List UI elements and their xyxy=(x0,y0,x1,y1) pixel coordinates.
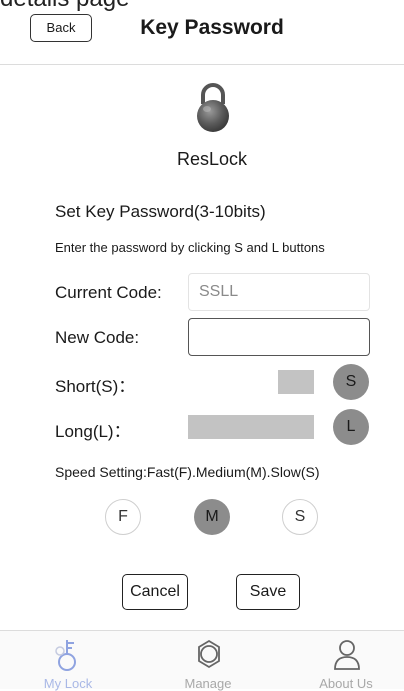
speed-slow-button[interactable]: S xyxy=(282,499,318,535)
speed-setting-label: Speed Setting:Fast(F).Medium(M).Slow(S) xyxy=(55,464,320,480)
new-code-input[interactable] xyxy=(188,318,370,356)
tab-my-lock[interactable]: My Lock xyxy=(18,631,118,691)
lock-name: ResLock xyxy=(176,149,248,169)
tab-label: My Lock xyxy=(43,676,93,691)
padlock-icon xyxy=(197,83,229,132)
short-signal-bar xyxy=(278,370,314,394)
long-label: Long(L)： xyxy=(55,422,131,441)
tab-manage[interactable]: Manage xyxy=(158,631,258,691)
tab-label: About Us xyxy=(319,676,373,691)
page-title: Key Password xyxy=(140,16,284,39)
tab-label: Manage xyxy=(184,676,232,691)
new-code-label: New Code: xyxy=(55,328,140,347)
short-label: Short(S)： xyxy=(55,377,136,396)
speed-medium-button[interactable]: M xyxy=(194,499,230,535)
current-code-field: SSLL xyxy=(188,273,370,311)
long-signal-bar xyxy=(188,415,314,439)
tab-bar: My Lock Manage About Us xyxy=(0,630,404,691)
cancel-button[interactable]: Cancel xyxy=(122,574,188,610)
section-title: Set Key Password(3-10bits) xyxy=(55,202,266,221)
tab-about-us[interactable]: About Us xyxy=(296,631,396,691)
speed-fast-button[interactable]: F xyxy=(105,499,141,535)
gear-icon xyxy=(198,639,220,669)
key-icon xyxy=(55,640,76,671)
save-button[interactable]: Save xyxy=(236,574,300,610)
nav-bar: Back Key Password xyxy=(0,0,404,65)
current-code-label: Current Code: xyxy=(55,283,162,302)
short-button[interactable]: S xyxy=(333,364,369,400)
person-icon xyxy=(334,640,360,670)
instruction-text: Enter the password by clicking S and L b… xyxy=(55,240,325,255)
long-button[interactable]: L xyxy=(333,409,369,445)
